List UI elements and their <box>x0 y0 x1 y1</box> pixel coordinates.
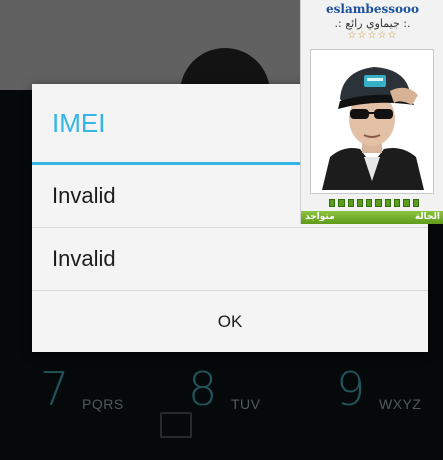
imei-value: Invalid <box>52 246 116 271</box>
dialpad-letters: PQRS <box>82 396 124 412</box>
avatar[interactable] <box>314 53 430 190</box>
voicemail-icon <box>160 412 192 438</box>
avatar-frame <box>310 49 434 194</box>
status-bar: متواجد الحالة <box>301 211 443 224</box>
user-title: .: جيماوي رائع :. <box>334 17 411 30</box>
dialpad: 7 PQRS 8 TUV 9 WXYZ <box>0 350 443 460</box>
status-label: الحالة <box>414 212 440 222</box>
status-value: متواجد <box>305 212 335 222</box>
list-item: Invalid <box>32 228 428 290</box>
dialpad-digit: 8 <box>188 362 218 416</box>
dialpad-digit: 7 <box>40 362 70 416</box>
forum-user-card: eslambessooo .: جيماوي رائع :. ☆☆☆☆☆ متو… <box>300 0 443 224</box>
dialpad-letters: TUV <box>231 396 261 412</box>
dialpad-key-7[interactable]: 7 PQRS <box>40 362 140 422</box>
dialog-title: IMEI <box>52 108 106 138</box>
avatar-image <box>314 53 430 190</box>
username-link[interactable]: eslambessooo <box>301 2 443 16</box>
dialpad-key-9[interactable]: 9 WXYZ <box>336 362 436 422</box>
dialpad-letters: WXYZ <box>379 396 422 412</box>
imei-value: Invalid <box>52 183 116 208</box>
dialpad-digit: 9 <box>336 362 366 416</box>
rating-stars: ☆☆☆☆☆ <box>347 30 398 41</box>
dialpad-key-8[interactable]: 8 TUV <box>188 362 288 422</box>
reputation-bar <box>329 199 419 207</box>
ok-button[interactable]: OK <box>32 291 428 352</box>
